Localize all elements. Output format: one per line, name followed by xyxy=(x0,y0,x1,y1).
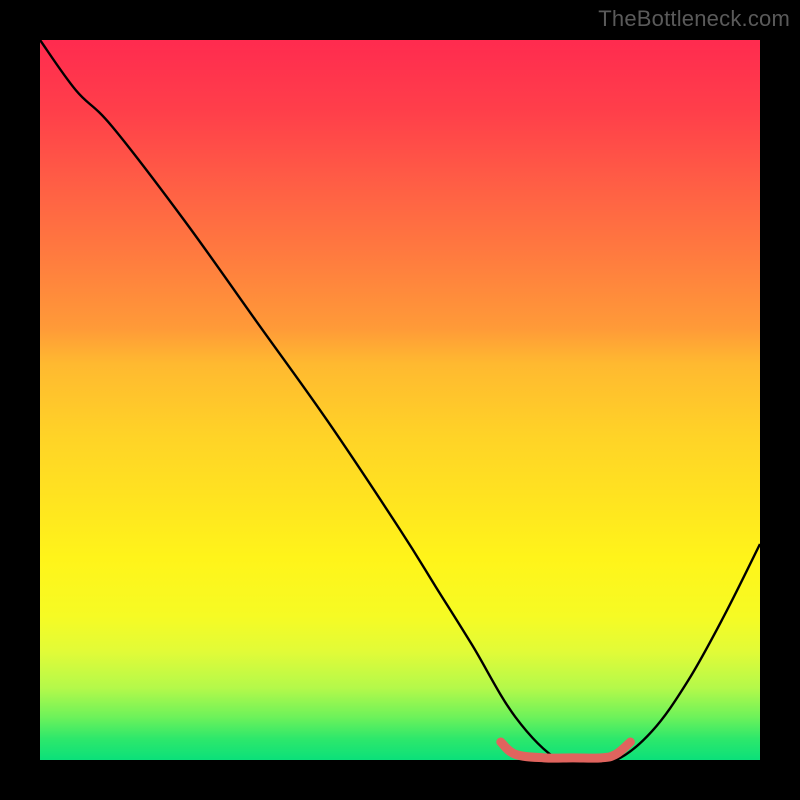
optimal-range-marker xyxy=(501,742,631,758)
watermark-text: TheBottleneck.com xyxy=(598,6,790,32)
chart-svg xyxy=(40,40,760,760)
chart-frame: TheBottleneck.com xyxy=(0,0,800,800)
plot-area xyxy=(40,40,760,760)
bottleneck-curve xyxy=(40,40,760,763)
